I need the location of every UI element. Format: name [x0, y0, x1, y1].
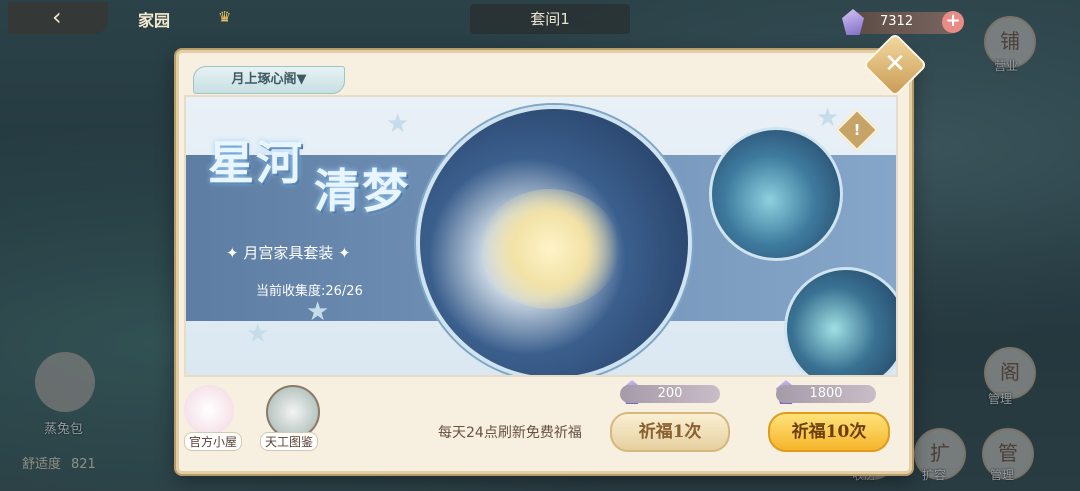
top-bar: ‹ 家园 ♛ 套间1 7312 +	[0, 0, 1080, 38]
star-icon: ★	[306, 297, 330, 327]
craft-catalog-icon[interactable]	[266, 385, 320, 439]
official-cottage-label: 官方小屋	[184, 432, 243, 451]
moon-tree-image	[480, 189, 620, 309]
banner-title-line1: 星河	[208, 136, 304, 190]
collection-progress: 当前收集度:26/26	[256, 284, 363, 299]
page-title: 家园	[138, 11, 171, 30]
close-icon: ✕	[884, 49, 906, 79]
banner-subtitle: ✦ 月宫家具套装 ✦	[226, 244, 351, 262]
crown-icon[interactable]: ♛	[218, 8, 231, 26]
banner-title: 星河 清梦	[208, 127, 418, 218]
refresh-info: 每天24点刷新免费祈福	[438, 425, 582, 441]
banner-subtitle-text: 月宫家具套装	[243, 244, 334, 262]
draw-ten-cost: 1800	[776, 385, 876, 403]
official-cottage-icon[interactable]	[184, 385, 234, 435]
furniture-banner: ★ ★ ★ ★ 星河 清梦 ✦ 月宫家具套装 ✦ 当前收集度:26/26	[184, 95, 898, 377]
add-currency-button[interactable]: +	[942, 11, 964, 33]
craft-catalog-label: 天工图鉴	[260, 432, 319, 451]
star-icon: ★	[246, 319, 270, 349]
draw-ten-button[interactable]: 祈福10次	[768, 412, 890, 452]
back-arrow-icon: ‹	[52, 3, 62, 31]
collection-tab[interactable]: 月上琢心阁▼	[193, 66, 345, 94]
currency-display: 7312 +	[842, 9, 964, 35]
banner-title-line2: 清梦	[314, 164, 411, 218]
room-tab[interactable]: 套间1	[470, 4, 630, 34]
gem-icon	[842, 9, 864, 35]
pavilion-preview-image	[709, 127, 843, 261]
draw-once-button[interactable]: 祈福1次	[610, 412, 730, 452]
back-button[interactable]: ‹	[8, 2, 108, 34]
moon-palace-preview-image	[416, 105, 692, 375]
draw-once-cost: 200	[620, 385, 720, 403]
currency-value: 7312	[880, 14, 914, 29]
